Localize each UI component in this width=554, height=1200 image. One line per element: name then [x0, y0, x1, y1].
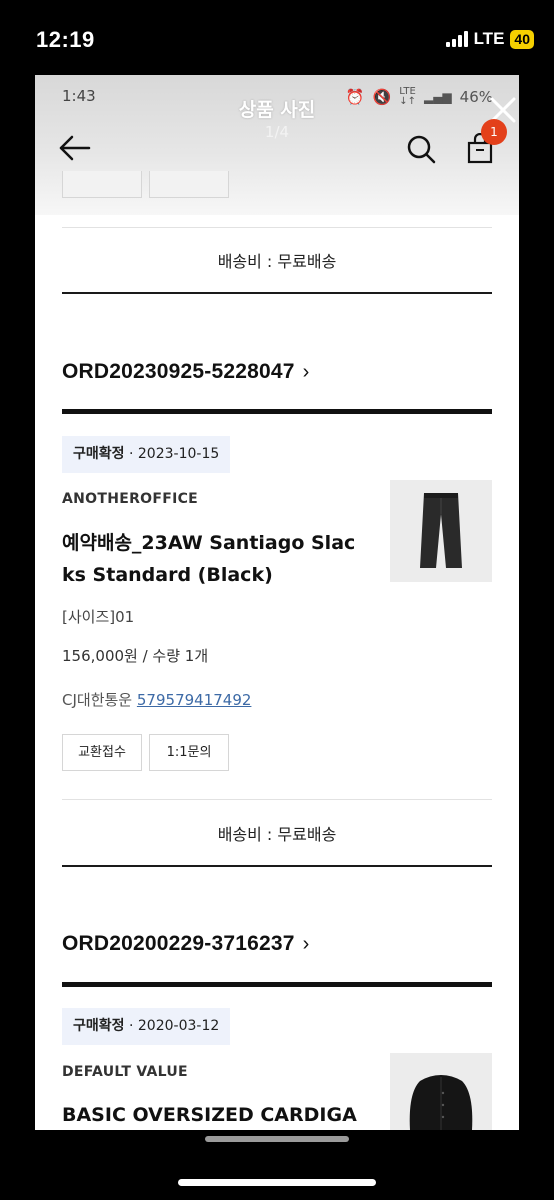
status-text: 구매확정: [73, 446, 125, 462]
product-option: [사이즈]01: [62, 608, 135, 626]
status-date: 2020-03-12: [137, 1018, 220, 1034]
photo-counter: 1/4: [264, 123, 290, 141]
shipping-fee: 배송비 : 무료배송: [217, 825, 337, 844]
divider: [62, 799, 492, 800]
order-number-link[interactable]: ORD20230925-5228047 ›: [62, 360, 310, 384]
product-price: 156,000원 / 수량 1개: [62, 647, 209, 665]
shipping-fee: 배송비 : 무료배송: [217, 252, 337, 271]
courier-info: CJ대한통운 579579417492: [62, 689, 251, 710]
screenshot-frame: 1:43 ⏰ 🔇 LTE ↓↑ ▂▄▆ 46% 상품 사진 1/4 1 배송비 :…: [35, 75, 519, 1130]
inquiry-button-cut[interactable]: [149, 171, 229, 198]
brand-name[interactable]: DEFAULT VALUE: [62, 1064, 188, 1080]
product-name-line1: BASIC OVERSIZED CARDIGA: [62, 1104, 357, 1126]
chevron-right-icon: ›: [302, 361, 310, 383]
signal-icon: [445, 31, 468, 47]
back-arrow-icon[interactable]: [57, 133, 93, 163]
status-badge: 구매확정 · 2020-03-12: [62, 1008, 231, 1045]
network-label: LTE: [473, 29, 505, 48]
divider: [62, 865, 492, 867]
inquiry-button[interactable]: 1:1문의: [149, 734, 229, 771]
photo-viewer-title: 상품 사진: [238, 99, 316, 121]
home-indicator[interactable]: [178, 1179, 376, 1186]
battery-indicator: 40: [510, 29, 534, 49]
divider: [62, 227, 492, 228]
divider: [62, 292, 492, 294]
product-name-line2: ks Standard (Black): [62, 564, 273, 586]
order-number: ORD20200229-3716237: [62, 932, 295, 955]
status-badge: 구매확정 · 2023-10-15: [62, 436, 231, 473]
outer-status-bar: 12:19 LTE 40: [0, 0, 554, 75]
chevron-right-icon: ›: [302, 933, 310, 955]
search-icon[interactable]: [405, 133, 437, 165]
courier-name: CJ대한통운: [62, 691, 133, 709]
product-name-line1: 예약배송_23AW Santiago Slac: [62, 532, 356, 554]
outer-status-icons: LTE 40: [445, 29, 534, 49]
order-number: ORD20230925-5228047: [62, 360, 295, 383]
status-text: 구매확정: [73, 1018, 125, 1034]
inner-home-indicator: [205, 1136, 349, 1142]
divider: [62, 982, 492, 987]
exchange-button-cut[interactable]: [62, 171, 142, 198]
product-name[interactable]: 예약배송_23AW Santiago Slac ks Standard (Bla…: [62, 527, 362, 591]
brand-name[interactable]: ANOTHEROFFICE: [62, 491, 198, 507]
outer-time: 12:19: [36, 27, 95, 52]
exchange-button[interactable]: 교환접수: [62, 734, 142, 771]
cart-count-badge: 1: [481, 119, 507, 145]
divider: [62, 409, 492, 414]
product-name[interactable]: BASIC OVERSIZED CARDIGA: [62, 1099, 362, 1130]
status-date: 2023-10-15: [137, 446, 220, 462]
order-number-link[interactable]: ORD20200229-3716237 ›: [62, 932, 310, 956]
tracking-number-link[interactable]: 579579417492: [137, 691, 252, 709]
product-thumbnail[interactable]: [390, 480, 492, 582]
product-thumbnail[interactable]: [390, 1053, 492, 1130]
